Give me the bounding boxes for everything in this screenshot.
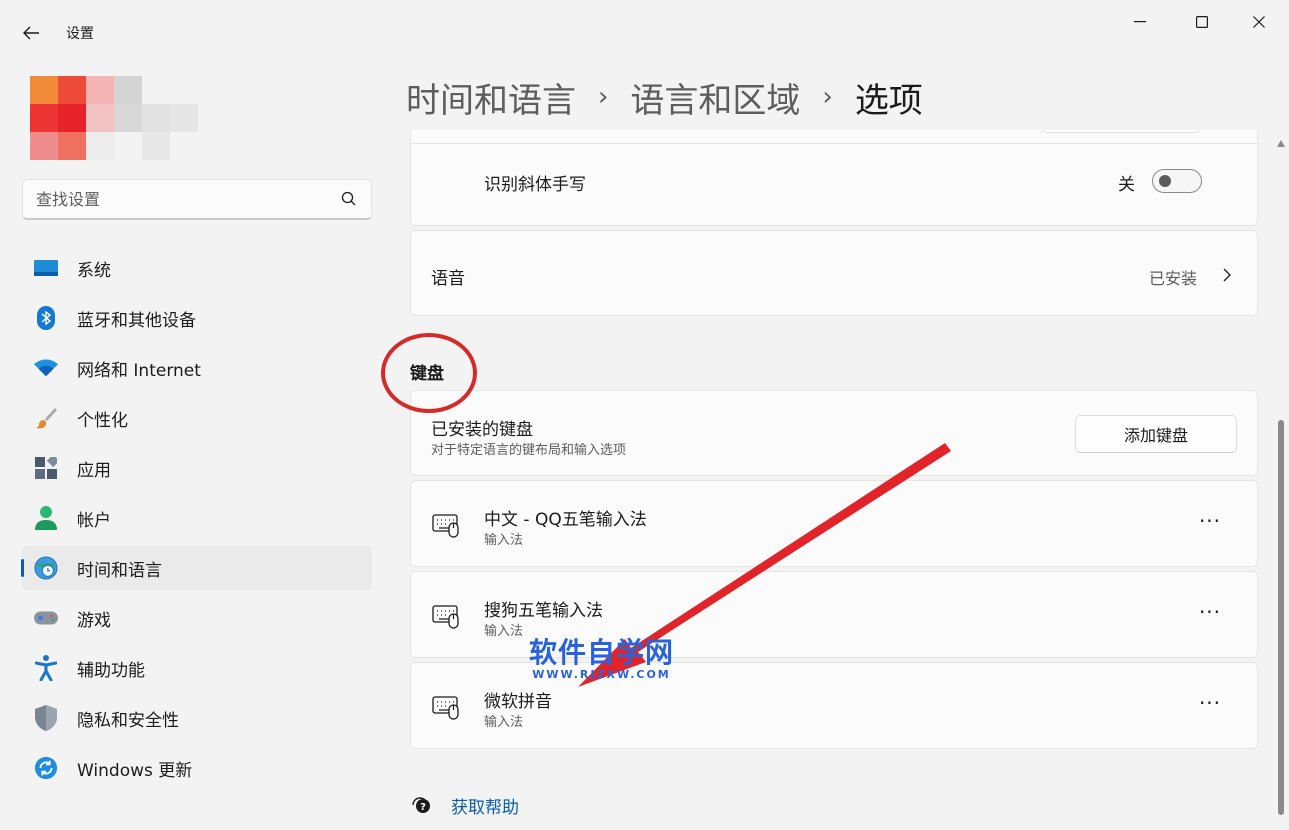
sidebar-item-label: 系统 xyxy=(77,256,111,281)
settings-search-box[interactable] xyxy=(22,179,372,220)
breadcrumb-separator: › xyxy=(598,82,608,112)
sidebar-item-windows-update[interactable]: Windows 更新 xyxy=(22,746,372,790)
sidebar-item-label: 时间和语言 xyxy=(77,556,162,581)
accessibility-icon xyxy=(34,656,58,680)
sidebar-item-accessibility[interactable]: 辅助功能 xyxy=(22,646,372,690)
svg-text:?: ? xyxy=(420,802,426,813)
sidebar-item-label: 游戏 xyxy=(77,606,111,631)
keyboard-name: 微软拼音 xyxy=(484,687,552,712)
toggle-state-label: 关 xyxy=(1118,170,1135,195)
add-keyboard-button[interactable]: 添加键盘 xyxy=(1075,415,1237,453)
sidebar-item-label: 隐私和安全性 xyxy=(77,706,179,731)
installed-keyboards-title: 已安装的键盘 xyxy=(431,415,533,440)
bluetooth-icon xyxy=(34,306,58,330)
more-options-button[interactable]: ··· xyxy=(1197,693,1223,713)
chevron-right-icon xyxy=(1223,268,1231,282)
update-icon xyxy=(34,756,58,780)
user-profile-blurred[interactable] xyxy=(18,76,268,170)
sidebar-item-privacy[interactable]: 隐私和安全性 xyxy=(22,696,372,740)
maximize-icon xyxy=(1196,16,1208,28)
maximize-button[interactable] xyxy=(1179,8,1225,36)
scrollbar-thumb[interactable] xyxy=(1278,420,1284,815)
more-options-button[interactable]: ··· xyxy=(1197,511,1223,531)
breadcrumb-item-language-region[interactable]: 语言和区域 xyxy=(630,73,800,122)
toggle-knob xyxy=(1159,175,1171,187)
sidebar-item-label: 蓝牙和其他设备 xyxy=(77,306,196,331)
installed-keyboards-subtitle: 对于特定语言的键布局和输入选项 xyxy=(431,439,626,458)
app-title: 设置 xyxy=(66,23,94,43)
sidebar-item-accounts[interactable]: 帐户 xyxy=(22,496,372,540)
installed-keyboards-card: 已安装的键盘 对于特定语言的键布局和输入选项 添加键盘 xyxy=(410,390,1258,476)
card-divider xyxy=(411,143,1258,144)
keyboard-name: 搜狗五笔输入法 xyxy=(484,596,603,621)
handwriting-italic-label: 识别斜体手写 xyxy=(484,170,586,195)
scrolled-off-button[interactable] xyxy=(1041,130,1201,133)
speech-card[interactable]: 语音 已安装 xyxy=(410,230,1258,316)
back-button[interactable] xyxy=(14,18,48,48)
gamepad-icon xyxy=(34,606,58,630)
keyboard-icon xyxy=(432,512,460,538)
sidebar-item-label: 帐户 xyxy=(77,506,111,531)
sidebar-item-time-language[interactable]: 时间和语言 xyxy=(22,546,372,590)
sidebar-item-personalization[interactable]: 个性化 xyxy=(22,396,372,440)
watermark-url: WWW.RJZXW.COM xyxy=(529,669,674,681)
sidebar-item-label: Windows 更新 xyxy=(77,756,192,781)
watermark: 软件自学网 WWW.RJZXW.COM xyxy=(529,637,674,681)
keyboard-item: 中文 - QQ五笔输入法 输入法 ··· xyxy=(410,480,1258,567)
sidebar-item-label: 网络和 Internet xyxy=(77,356,201,381)
search-input[interactable] xyxy=(23,180,371,218)
title-bar: 设置 xyxy=(0,0,1289,64)
annotation-circle xyxy=(381,333,477,413)
sidebar-item-label: 辅助功能 xyxy=(77,656,145,681)
brush-icon xyxy=(34,406,58,430)
speech-status: 已安装 xyxy=(1149,265,1197,289)
sidebar-item-system[interactable]: 系统 xyxy=(22,246,372,290)
breadcrumb: 时间和语言 › 语言和区域 › 选项 xyxy=(406,72,923,122)
wifi-icon xyxy=(34,356,58,380)
keyboard-type: 输入法 xyxy=(484,620,523,639)
settings-content: 识别斜体手写 关 语音 已安装 键盘 已安装的键盘 对于特定语言的键布局和输入选… xyxy=(410,130,1258,830)
keyboard-icon xyxy=(432,603,460,629)
apps-icon xyxy=(34,456,58,480)
time-language-icon xyxy=(34,556,58,580)
shield-icon xyxy=(34,706,58,730)
close-icon xyxy=(1253,16,1265,28)
page-title: 选项 xyxy=(855,73,923,122)
keyboard-name: 中文 - QQ五笔输入法 xyxy=(484,505,647,530)
sidebar-item-apps[interactable]: 应用 xyxy=(22,446,372,490)
sidebar-item-bluetooth[interactable]: 蓝牙和其他设备 xyxy=(22,296,372,340)
handwriting-italic-toggle[interactable] xyxy=(1152,169,1202,193)
account-icon xyxy=(34,506,58,530)
sidebar-item-label: 应用 xyxy=(77,456,111,481)
more-options-button[interactable]: ··· xyxy=(1197,602,1223,622)
scroll-up-arrow-icon[interactable] xyxy=(1276,138,1286,150)
keyboard-icon xyxy=(432,694,460,720)
minimize-icon xyxy=(1134,21,1146,23)
sidebar-nav: 系统 蓝牙和其他设备 网络和 Internet 个性化 应用 帐户 时间和语 xyxy=(22,246,372,796)
speech-label: 语音 xyxy=(431,264,465,289)
sidebar-item-label: 个性化 xyxy=(77,406,128,431)
watermark-title: 软件自学网 xyxy=(529,637,674,669)
get-help-label: 获取帮助 xyxy=(451,793,519,818)
breadcrumb-item-time-language[interactable]: 时间和语言 xyxy=(406,73,576,122)
search-icon[interactable] xyxy=(341,191,357,207)
minimize-button[interactable] xyxy=(1117,8,1163,36)
handwriting-card: 识别斜体手写 关 xyxy=(410,130,1258,226)
sidebar-item-gaming[interactable]: 游戏 xyxy=(22,596,372,640)
sidebar-item-network[interactable]: 网络和 Internet xyxy=(22,346,372,390)
back-arrow-icon xyxy=(22,25,40,41)
keyboard-type: 输入法 xyxy=(484,529,523,548)
breadcrumb-separator: › xyxy=(822,82,832,112)
help-icon: ? xyxy=(410,792,432,814)
system-icon xyxy=(34,256,58,280)
close-button[interactable] xyxy=(1236,8,1282,36)
keyboard-type: 输入法 xyxy=(484,711,523,730)
